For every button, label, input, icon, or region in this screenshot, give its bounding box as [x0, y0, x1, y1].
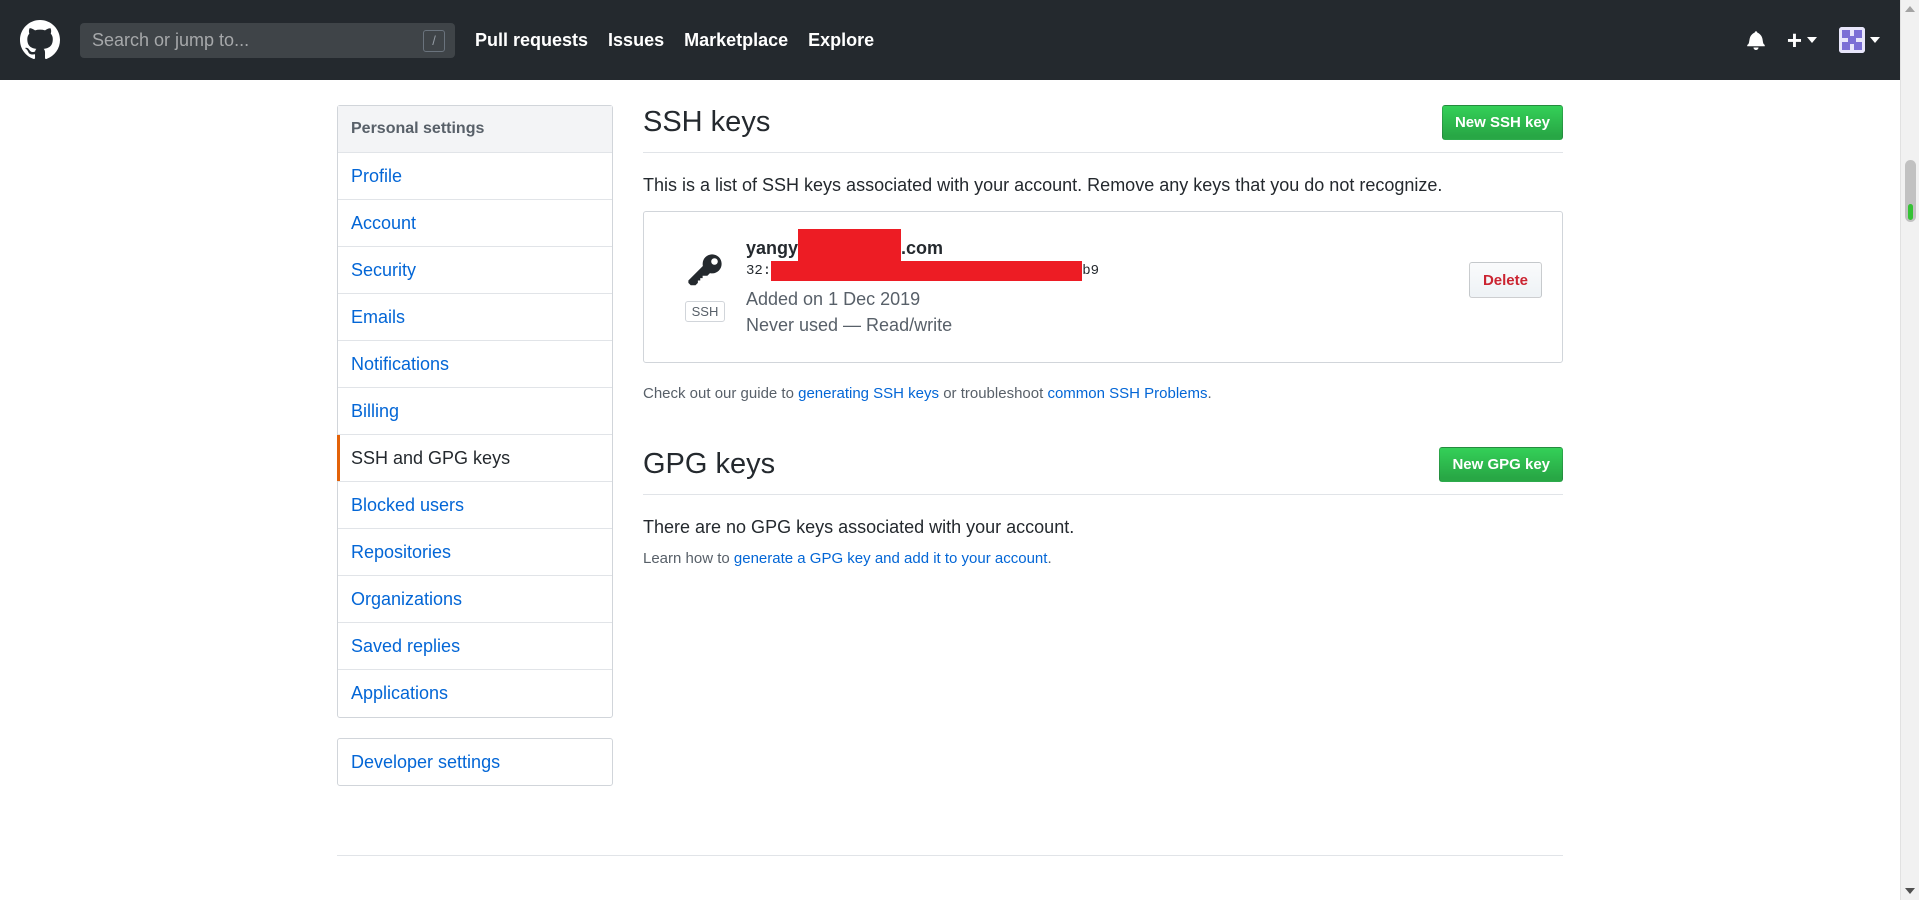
scrollbar-thumb[interactable]: [1905, 160, 1916, 222]
generate-gpg-key-link[interactable]: generate a GPG key and add it to your ac…: [734, 550, 1048, 567]
nav-issues[interactable]: Issues: [608, 30, 664, 51]
sidebar-item-notifications[interactable]: Notifications: [338, 341, 612, 388]
key-icon-container: SSH: [684, 252, 726, 322]
key-title-prefix: yangy: [746, 237, 799, 258]
key-title-suffix: .com: [901, 237, 944, 258]
new-gpg-key-button[interactable]: New GPG key: [1439, 447, 1563, 482]
search-box: /: [80, 22, 455, 58]
user-menu-dropdown[interactable]: [1839, 27, 1880, 53]
main-content: SSH keys New SSH key This is a list of S…: [643, 105, 1563, 567]
redaction-block: [798, 229, 902, 265]
header-actions: +: [1747, 0, 1880, 80]
nav-pull-requests[interactable]: Pull requests: [475, 30, 588, 51]
key-type-badge: SSH: [684, 301, 726, 322]
key-usage: Never used — Read/write: [746, 315, 953, 335]
top-header: / Pull requests Issues Marketplace Explo…: [0, 0, 1900, 80]
search-input[interactable]: [90, 28, 410, 52]
sidebar-item-saved-replies[interactable]: Saved replies: [338, 623, 612, 670]
ssh-note-text: Check out our guide to: [643, 385, 799, 402]
gpg-section-header: GPG keys New GPG key: [643, 447, 1563, 495]
footer-divider: [337, 855, 1563, 856]
avatar: [1839, 27, 1865, 53]
sidebar-item-security[interactable]: Security: [338, 247, 612, 294]
key-icon: [686, 252, 724, 295]
generating-ssh-keys-link[interactable]: generating SSH keys: [798, 385, 939, 402]
gpg-section-title: GPG keys: [643, 448, 776, 480]
bell-icon[interactable]: [1747, 30, 1765, 50]
delete-key-button[interactable]: Delete: [1468, 262, 1542, 298]
ssh-note-text: or troubleshoot: [939, 385, 1048, 402]
sidebar-item-applications[interactable]: Applications: [338, 670, 612, 717]
chevron-down-icon: [1870, 37, 1880, 43]
nav-marketplace[interactable]: Marketplace: [684, 30, 788, 51]
nav-explore[interactable]: Explore: [808, 30, 874, 51]
ssh-note-text: .: [1207, 385, 1212, 402]
sidebar-item-blocked-users[interactable]: Blocked users: [338, 482, 612, 529]
plus-icon: +: [1786, 25, 1802, 55]
page-scrollbar[interactable]: [1900, 0, 1919, 900]
sidebar-item-organizations[interactable]: Organizations: [338, 576, 612, 623]
sidebar-item-profile[interactable]: Profile: [338, 153, 612, 200]
create-new-dropdown[interactable]: +: [1787, 27, 1817, 53]
search-shortcut-hint: /: [423, 29, 445, 52]
sidebar-heading: Personal settings: [338, 106, 612, 153]
common-ssh-problems-link[interactable]: common SSH Problems: [1047, 385, 1207, 402]
ssh-section-header: SSH keys New SSH key: [643, 105, 1563, 153]
ssh-help-note: Check out our guide to generating SSH ke…: [643, 385, 1563, 402]
gpg-note-text: .: [1047, 550, 1052, 567]
redaction-block: [771, 261, 1083, 281]
settings-sidebar: Personal settings Profile Account Securi…: [337, 105, 613, 718]
gpg-help-note: Learn how to generate a GPG key and add …: [643, 550, 1563, 567]
github-logo-icon[interactable]: [20, 20, 60, 60]
key-fingerprint: 32: b9: [746, 260, 1099, 282]
sidebar-item-developer-settings[interactable]: Developer settings: [337, 738, 613, 786]
key-title: yangy .com: [746, 229, 1099, 265]
new-ssh-key-button[interactable]: New SSH key: [1441, 105, 1563, 140]
sidebar-item-account[interactable]: Account: [338, 200, 612, 247]
fingerprint-prefix: 32:: [746, 263, 772, 279]
key-added-date: Added on 1 Dec 2019: [746, 289, 921, 309]
chevron-down-icon: [1807, 37, 1817, 43]
ssh-section-title: SSH keys: [643, 106, 771, 138]
scroll-up-arrow-icon[interactable]: [1905, 6, 1915, 12]
sidebar-item-emails[interactable]: Emails: [338, 294, 612, 341]
ssh-description: This is a list of SSH keys associated wi…: [643, 175, 1443, 195]
gpg-note-text: Learn how to: [643, 550, 734, 567]
sidebar-item-ssh-gpg-keys[interactable]: SSH and GPG keys: [337, 435, 612, 482]
ssh-key-item: SSH yangy .com 32: b9 Added on 1 Dec 201…: [643, 211, 1563, 363]
scroll-down-arrow-icon[interactable]: [1905, 888, 1915, 894]
sidebar-item-repositories[interactable]: Repositories: [338, 529, 612, 576]
sidebar-item-billing[interactable]: Billing: [338, 388, 612, 435]
key-info: yangy .com 32: b9 Added on 1 Dec 2019 Ne…: [746, 229, 1099, 338]
gpg-description: There are no GPG keys associated with yo…: [643, 517, 1075, 537]
top-nav: Pull requests Issues Marketplace Explore: [475, 30, 874, 51]
fingerprint-suffix: b9: [1082, 263, 1100, 279]
